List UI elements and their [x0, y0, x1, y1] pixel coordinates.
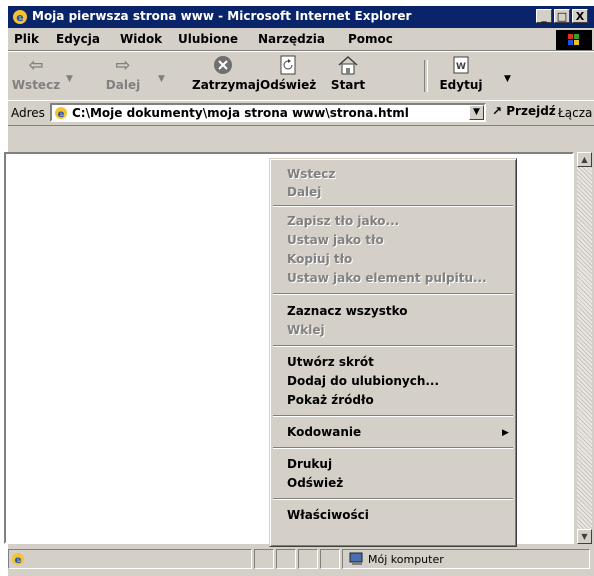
- menu-pomoc[interactable]: Pomoc: [348, 32, 393, 46]
- status-panel: [298, 549, 318, 569]
- address-label: Adres: [11, 106, 45, 120]
- edit-icon: W: [438, 54, 484, 78]
- ctx-separator: [273, 447, 513, 449]
- title-bar: e Moja pierwsza strona www - Microsoft I…: [8, 6, 594, 28]
- stop-label: Zatrzymaj: [192, 78, 260, 92]
- context-menu: Wstecz Dalej Zapisz tło jako... Ustaw ja…: [269, 158, 517, 547]
- close-button[interactable]: X: [572, 9, 588, 23]
- go-arrow-icon: ↗: [492, 104, 503, 118]
- forward-button[interactable]: ⇨ Dalej: [98, 54, 148, 92]
- back-arrow-icon: ⇦: [28, 55, 44, 76]
- menu-widok[interactable]: Widok: [120, 32, 162, 46]
- ctx-item-select-all[interactable]: Zaznacz wszystko: [287, 304, 408, 318]
- internet-explorer-icon: e: [13, 10, 27, 24]
- ctx-item-properties[interactable]: Właściwości: [287, 508, 369, 522]
- address-dropdown-button[interactable]: ▼: [469, 105, 484, 120]
- window-title: Moja pierwsza strona www - Microsoft Int…: [32, 9, 412, 23]
- ctx-item-create-shortcut[interactable]: Utwórz skrót: [287, 355, 374, 369]
- address-input[interactable]: e C:\Moje dokumenty\moja strona www\stro…: [50, 103, 486, 122]
- scroll-down-button[interactable]: ▼: [577, 529, 592, 544]
- ctx-item-paste[interactable]: Wklej: [287, 323, 325, 337]
- ctx-separator: [273, 345, 513, 347]
- page-status-icon: e: [12, 553, 24, 566]
- edit-dropdown-icon[interactable]: ▼: [504, 74, 511, 84]
- svg-text:e: e: [15, 555, 22, 566]
- submenu-arrow-icon: ▶: [502, 428, 509, 438]
- go-label: Przejdź: [506, 104, 556, 118]
- ctx-item-save-background[interactable]: Zapisz tło jako...: [287, 214, 399, 228]
- address-value: C:\Moje dokumenty\moja strona www\strona…: [72, 106, 409, 120]
- forward-dropdown-icon[interactable]: ▼: [158, 74, 165, 84]
- menu-ulubione[interactable]: Ulubione: [178, 32, 238, 46]
- refresh-icon: [260, 54, 316, 78]
- svg-text:e: e: [16, 11, 23, 24]
- go-button[interactable]: ↗ Przejdź: [492, 104, 556, 118]
- page-icon: e: [55, 107, 67, 120]
- menu-bar: Plik Edycja Widok Ulubione Narzędzia Pom…: [8, 28, 594, 51]
- home-button[interactable]: Start: [328, 54, 368, 92]
- ctx-separator: [273, 293, 513, 295]
- ctx-separator: [273, 498, 513, 500]
- ctx-separator: [273, 205, 513, 207]
- ctx-item-refresh[interactable]: Odśwież: [287, 476, 343, 490]
- forward-arrow-icon: ⇨: [115, 55, 131, 76]
- ctx-item-print[interactable]: Drukuj: [287, 457, 332, 471]
- zone-label: Mój komputer: [368, 553, 444, 566]
- ctx-item-add-to-favorites[interactable]: Dodaj do ulubionych...: [287, 374, 439, 388]
- ctx-separator: [273, 415, 513, 417]
- ctx-item-set-desktop-item[interactable]: Ustaw jako element pulpitu...: [287, 271, 487, 285]
- stop-icon: [192, 54, 254, 78]
- links-button[interactable]: Łącza: [558, 106, 592, 120]
- edit-button[interactable]: W Edytuj: [438, 54, 484, 92]
- ctx-item-encoding[interactable]: Kodowanie: [287, 425, 361, 439]
- status-panel: [276, 549, 296, 569]
- vertical-scrollbar[interactable]: ▲ ▼: [577, 152, 592, 544]
- status-main-panel: e: [8, 549, 252, 569]
- menu-plik[interactable]: Plik: [14, 32, 39, 46]
- back-button[interactable]: ⇦ Wstecz: [10, 54, 62, 92]
- status-bar: e Mój komputer: [0, 547, 590, 571]
- status-panel: [320, 549, 340, 569]
- refresh-button[interactable]: Odśwież: [260, 54, 316, 92]
- ctx-item-copy-background[interactable]: Kopiuj tło: [287, 252, 352, 266]
- toolbar-separator: [424, 60, 428, 92]
- menu-narzedzia[interactable]: Narzędzia: [258, 32, 325, 46]
- stop-button[interactable]: Zatrzymaj: [192, 54, 260, 92]
- menu-edycja[interactable]: Edycja: [56, 32, 100, 46]
- refresh-label: Odśwież: [260, 78, 317, 92]
- forward-label: Dalej: [105, 78, 141, 92]
- svg-text:e: e: [58, 109, 65, 120]
- back-dropdown-icon[interactable]: ▼: [66, 74, 73, 84]
- scroll-up-button[interactable]: ▲: [577, 152, 592, 167]
- minimize-button[interactable]: _: [536, 9, 552, 23]
- my-computer-icon: [349, 552, 363, 565]
- ctx-item-forward[interactable]: Dalej: [287, 185, 321, 199]
- maximize-button[interactable]: □: [554, 9, 570, 23]
- ctx-item-back[interactable]: Wstecz: [287, 167, 335, 181]
- edit-label: Edytuj: [439, 78, 483, 92]
- home-label: Start: [330, 78, 366, 92]
- ctx-item-set-background[interactable]: Ustaw jako tło: [287, 233, 384, 247]
- ctx-item-view-source[interactable]: Pokaż źródło: [287, 393, 374, 407]
- status-panel: [254, 549, 274, 569]
- windows-logo-throbber: [556, 30, 592, 50]
- standard-toolbar: ⇦ Wstecz ▼ ⇨ Dalej ▼ Zatrzymaj Odśwież S…: [8, 51, 594, 101]
- home-icon: [328, 54, 368, 78]
- windows-flag-icon: [568, 34, 579, 45]
- svg-text:W: W: [456, 62, 466, 72]
- back-label: Wstecz: [11, 78, 61, 92]
- address-bar: Adres e C:\Moje dokumenty\moja strona ww…: [8, 100, 594, 126]
